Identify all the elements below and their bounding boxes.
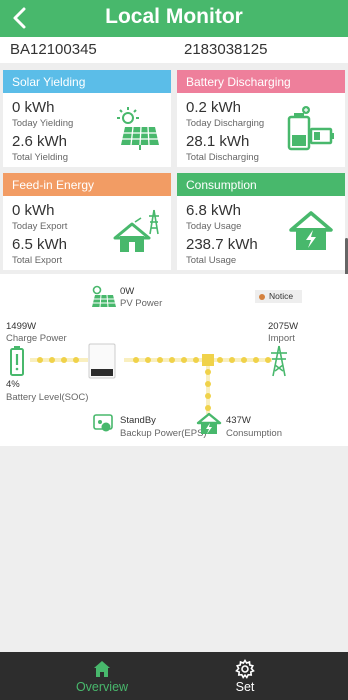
house-power-icon bbox=[289, 211, 333, 250]
backup-power-icon bbox=[93, 414, 113, 432]
tab-set-label: Set bbox=[235, 680, 255, 694]
notice-label: Notice bbox=[269, 291, 294, 301]
total-usage-value: 238.7 kWh bbox=[186, 236, 258, 253]
consumption-power-value: 437W bbox=[226, 415, 251, 426]
card-header: Feed-in Energy bbox=[3, 173, 171, 196]
total-yielding-value: 2.6 kWh bbox=[12, 133, 68, 150]
backup-power-label: Backup Power(EPS) bbox=[120, 428, 207, 439]
card-header: Battery Discharging bbox=[177, 70, 345, 93]
today-export-value: 0 kWh bbox=[12, 202, 55, 219]
backup-power-value: StandBy bbox=[120, 415, 156, 426]
soc-label: Battery Level(SOC) bbox=[6, 392, 89, 403]
card-battery-discharging[interactable]: Battery Discharging 0.2 kWh Today Discha… bbox=[177, 70, 345, 167]
today-usage-label: Today Usage bbox=[186, 221, 242, 232]
charge-power-label: Charge Power bbox=[6, 333, 67, 344]
consumption-power-label: Consumption bbox=[226, 428, 282, 439]
battery-alert-icon bbox=[10, 346, 24, 376]
notice-badge[interactable]: Notice bbox=[255, 290, 302, 303]
pv-panel-icon bbox=[92, 285, 116, 308]
charge-power-value: 1499W bbox=[6, 321, 37, 332]
card-header: Consumption bbox=[177, 173, 345, 196]
grid-power-value: 2075W bbox=[268, 321, 299, 332]
today-usage-value: 6.8 kWh bbox=[186, 202, 242, 219]
total-usage-label: Total Usage bbox=[186, 255, 237, 266]
device-id-bar: BA12100345 2183038125 bbox=[0, 37, 348, 63]
total-yielding-label: Total Yielding bbox=[12, 152, 68, 163]
total-export-value: 6.5 kWh bbox=[12, 236, 68, 253]
grid-power-label: Import bbox=[268, 333, 295, 344]
total-export-label: Total Export bbox=[12, 255, 63, 266]
registration-number: 2183038125 bbox=[184, 41, 268, 58]
today-discharging-value: 0.2 kWh bbox=[186, 99, 242, 116]
today-discharging-label: Today Discharging bbox=[186, 118, 265, 129]
inverter-serial: BA12100345 bbox=[10, 41, 97, 58]
solar-panel-icon bbox=[117, 107, 159, 150]
today-yielding-value: 0 kWh bbox=[12, 99, 55, 116]
total-discharging-label: Total Discharging bbox=[186, 152, 259, 163]
soc-value: 4% bbox=[6, 379, 20, 390]
grid-tower-icon bbox=[271, 345, 287, 377]
battery-icon bbox=[287, 106, 334, 151]
tab-set[interactable]: Set bbox=[214, 652, 276, 700]
pv-power-label: PV Power bbox=[120, 298, 163, 309]
notice-dot-icon bbox=[259, 294, 265, 300]
load-house-icon bbox=[196, 413, 222, 434]
tab-overview-label: Overview bbox=[75, 680, 129, 694]
house-grid-icon bbox=[113, 209, 159, 252]
home-icon bbox=[94, 661, 110, 677]
today-yielding-label: Today Yielding bbox=[12, 118, 74, 129]
page-title: Local Monitor bbox=[105, 5, 243, 28]
gear-icon bbox=[235, 659, 255, 679]
card-feed-in-energy[interactable]: Feed-in Energy 0 kWh Today Export 6.5 kW… bbox=[3, 173, 171, 270]
card-header: Solar Yielding bbox=[3, 70, 171, 93]
tab-overview[interactable]: Overview bbox=[60, 652, 144, 700]
card-solar-yielding[interactable]: Solar Yielding 0 kWh Today Yielding 2.6 … bbox=[3, 70, 171, 167]
pv-power-value: 0W bbox=[120, 286, 135, 297]
app-header: Local Monitor bbox=[0, 0, 348, 37]
total-discharging-value: 28.1 kWh bbox=[186, 133, 250, 150]
card-consumption[interactable]: Consumption 6.8 kWh Today Usage 238.7 kW… bbox=[177, 173, 345, 270]
energy-flow-diagram: 0W PV Power Notice 1499W Charge Power 4%… bbox=[0, 274, 348, 446]
bottom-tab-bar: Overview Set bbox=[0, 652, 348, 700]
inverter-icon bbox=[88, 343, 116, 379]
today-export-label: Today Export bbox=[12, 221, 68, 232]
